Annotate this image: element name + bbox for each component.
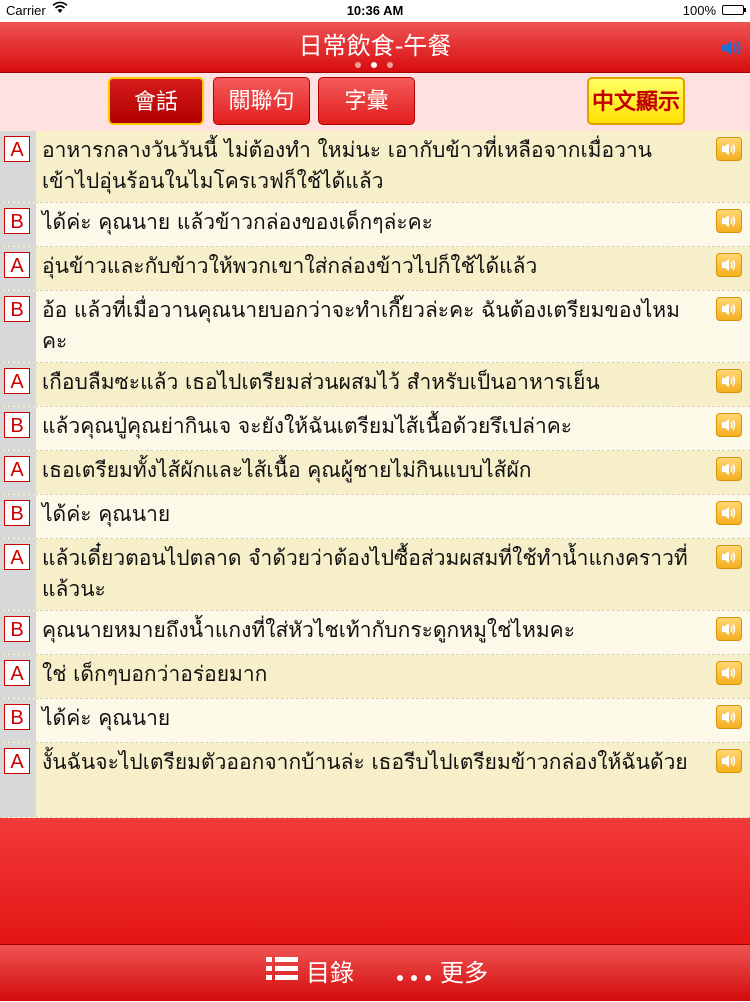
speaker-badge: A — [4, 660, 30, 686]
dialog-row[interactable]: B ได้ค่ะ คุณนาย — [0, 699, 750, 743]
show-chinese-button[interactable]: 中文顯示 — [587, 77, 685, 125]
more-button[interactable]: 更多 — [396, 945, 488, 1001]
empty-area — [0, 818, 750, 944]
play-audio-icon[interactable] — [716, 457, 742, 481]
speaker-badge: A — [4, 368, 30, 394]
page-title: 日常飲食-午餐 — [298, 32, 452, 60]
play-audio-icon[interactable] — [716, 501, 742, 525]
dialog-row[interactable]: A เธอเตรียมทั้งไส้ผักและไส้เนื้อ คุณผู้ช… — [0, 451, 750, 495]
speaker-icon[interactable] — [720, 38, 744, 58]
segment-bar: 會話 關聯句 字彙 中文顯示 — [0, 73, 750, 131]
dialog-text: ใช่ เด็กๆบอกว่าอร่อยมาก — [42, 662, 268, 686]
play-audio-icon[interactable] — [716, 137, 742, 161]
dialog-text: อาหารกลางวันวันนี้ ไม่ต้องทำ ใหม่นะ เอาก… — [42, 138, 653, 193]
speaker-badge: A — [4, 456, 30, 482]
dialog-text: ได้ค่ะ คุณนาย — [42, 502, 171, 526]
dialog-text: ได้ค่ะ คุณนาย แล้วข้าวกล่องของเด็กๆล่ะคะ — [42, 210, 433, 234]
dialog-text: แล้วคุณปู่คุณย่ากินเจ จะยังให้ฉันเตรียมไ… — [42, 414, 573, 438]
page-dot[interactable] — [355, 62, 361, 68]
bottom-toolbar: 目錄 更多 — [0, 944, 750, 1001]
dialog-text: อ้อ แล้วที่เมื่อวานคุณนายบอกว่าจะทำเกี๊ย… — [42, 298, 680, 353]
dialog-text: แล้วเดี๋ยวตอนไปตลาด จำด้วยว่าต้องไปซื้อส… — [42, 546, 688, 601]
dialog-row[interactable]: A อาหารกลางวันวันนี้ ไม่ต้องทำ ใหม่นะ เอ… — [0, 131, 750, 203]
speaker-badge: B — [4, 296, 30, 322]
play-audio-icon[interactable] — [716, 209, 742, 233]
play-audio-icon[interactable] — [716, 297, 742, 321]
tab-conversation[interactable]: 會話 — [108, 77, 204, 125]
speaker-badge: A — [4, 252, 30, 278]
status-bar: Carrier 10:36 AM 100% — [0, 0, 750, 22]
dialog-row[interactable]: B อ้อ แล้วที่เมื่อวานคุณนายบอกว่าจะทำเกี… — [0, 291, 750, 363]
more-dots-icon — [396, 946, 432, 1002]
page-indicator[interactable] — [355, 62, 395, 70]
dialog-text: คุณนายหมายถึงน้ำแกงที่ใส่หัวไชเท้ากับกระ… — [42, 618, 575, 642]
play-audio-icon[interactable] — [716, 253, 742, 277]
dialog-row[interactable]: B คุณนายหมายถึงน้ำแกงที่ใส่หัวไชเท้ากับก… — [0, 611, 750, 655]
play-audio-icon[interactable] — [716, 545, 742, 569]
dialog-text: เธอเตรียมทั้งไส้ผักและไส้เนื้อ คุณผู้ชาย… — [42, 458, 532, 482]
dialog-row[interactable]: A เกือบลืมซะแล้ว เธอไปเตรียมส่วนผสมไว้ ส… — [0, 363, 750, 407]
nav-header: 日常飲食-午餐 — [0, 22, 750, 73]
dialog-text: ได้ค่ะ คุณนาย — [42, 706, 171, 730]
page-dot-active[interactable] — [371, 62, 377, 68]
battery-icon — [722, 5, 746, 15]
speaker-badge: A — [4, 748, 30, 774]
play-audio-icon[interactable] — [716, 705, 742, 729]
dialog-row[interactable]: A งั้นฉันจะไปเตรียมตัวออกจากบ้านล่ะ เธอร… — [0, 743, 750, 818]
speaker-badge: B — [4, 412, 30, 438]
speaker-badge: B — [4, 208, 30, 234]
dialog-row[interactable]: A ใช่ เด็กๆบอกว่าอร่อยมาก — [0, 655, 750, 699]
dialog-text: งั้นฉันจะไปเตรียมตัวออกจากบ้านล่ะ เธอรีบ… — [42, 750, 688, 774]
dialog-text: เกือบลืมซะแล้ว เธอไปเตรียมส่วนผสมไว้ สำห… — [42, 370, 600, 394]
contents-label: 目錄 — [306, 959, 354, 987]
play-audio-icon[interactable] — [716, 617, 742, 641]
play-audio-icon[interactable] — [716, 661, 742, 685]
speaker-badge: A — [4, 136, 30, 162]
speaker-badge: B — [4, 500, 30, 526]
contents-button[interactable]: 目錄 — [266, 945, 354, 1001]
dialog-row[interactable]: B ได้ค่ะ คุณนาย แล้วข้าวกล่องของเด็กๆล่ะ… — [0, 203, 750, 247]
dialog-row[interactable]: A อุ่นข้าวและกับข้าวให้พวกเขาใส่กล่องข้า… — [0, 247, 750, 291]
dialog-text: อุ่นข้าวและกับข้าวให้พวกเขาใส่กล่องข้าวไ… — [42, 254, 538, 278]
play-audio-icon[interactable] — [716, 413, 742, 437]
more-label: 更多 — [440, 959, 488, 987]
clock: 10:36 AM — [346, 3, 404, 18]
dialog-row[interactable]: B ได้ค่ะ คุณนาย — [0, 495, 750, 539]
play-audio-icon[interactable] — [716, 369, 742, 393]
battery-percent: 100% — [682, 3, 716, 18]
tab-vocabulary[interactable]: 字彙 — [318, 77, 415, 125]
speaker-badge: A — [4, 544, 30, 570]
dialog-row[interactable]: B แล้วคุณปู่คุณย่ากินเจ จะยังให้ฉันเตรีย… — [0, 407, 750, 451]
tab-related-sentences[interactable]: 關聯句 — [213, 77, 310, 125]
play-audio-icon[interactable] — [716, 749, 742, 773]
speaker-badge: B — [4, 616, 30, 642]
dialog-row[interactable]: A แล้วเดี๋ยวตอนไปตลาด จำด้วยว่าต้องไปซื้… — [0, 539, 750, 611]
list-icon — [266, 946, 298, 1002]
page-dot[interactable] — [387, 62, 393, 68]
speaker-badge: B — [4, 704, 30, 730]
